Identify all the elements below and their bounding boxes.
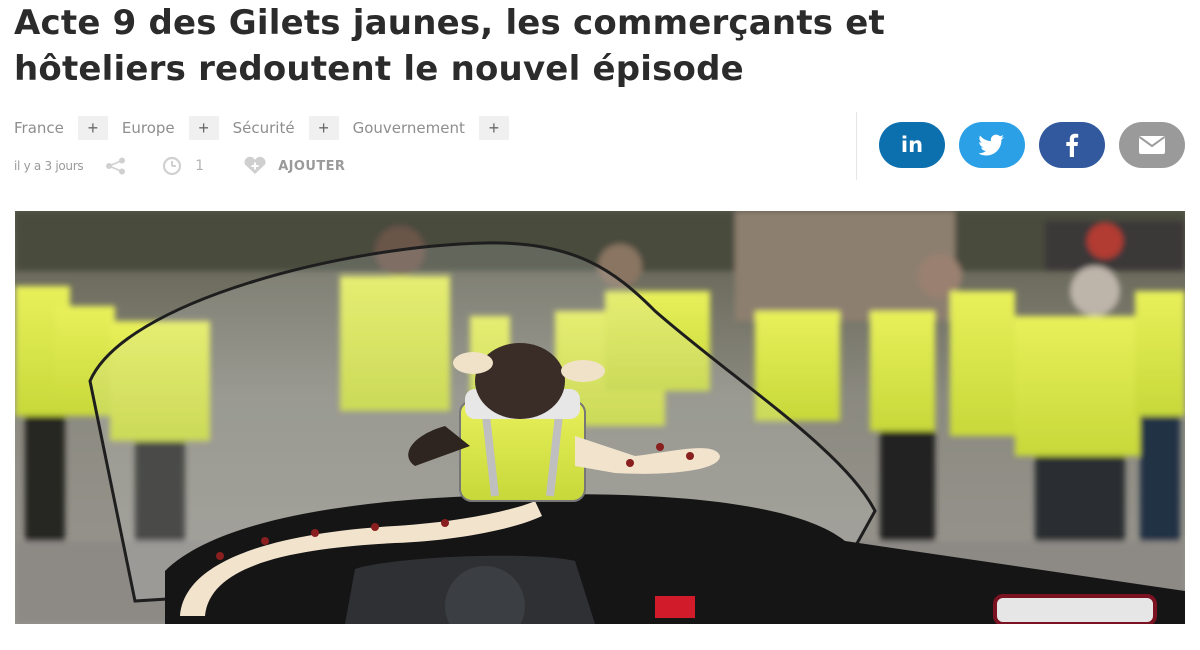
- add-favorite-button[interactable]: AJOUTER: [278, 159, 345, 174]
- tag-follow-button[interactable]: +: [478, 116, 509, 140]
- twitter-icon: [979, 134, 1004, 156]
- facebook-icon: [1066, 133, 1079, 157]
- tag-gouvernement[interactable]: Gouvernement +: [353, 116, 509, 140]
- tag-list: France + Europe + Sécurité + Gouvernemen…: [14, 115, 523, 141]
- comment-clock-icon[interactable]: [161, 156, 185, 176]
- tag-label[interactable]: Europe: [122, 119, 175, 137]
- tag-follow-button[interactable]: +: [77, 116, 108, 140]
- linkedin-icon: in: [900, 133, 924, 157]
- tag-follow-button[interactable]: +: [188, 116, 219, 140]
- tag-label[interactable]: Gouvernement: [353, 119, 465, 137]
- share-email-button[interactable]: [1119, 122, 1185, 168]
- heart-plus-icon[interactable]: [242, 156, 268, 176]
- header-divider: [856, 112, 857, 180]
- share-twitter-button[interactable]: [959, 122, 1025, 168]
- tag-label[interactable]: Sécurité: [233, 119, 295, 137]
- article-title-line-1: Acte 9 des Gilets jaunes, les commerçant…: [14, 3, 885, 43]
- article-title: Acte 9 des Gilets jaunes, les commerçant…: [14, 0, 1074, 92]
- comment-count: 1: [195, 158, 205, 174]
- publish-date: il y a 3 jours: [14, 159, 84, 173]
- article-photo[interactable]: [15, 211, 1185, 624]
- article-title-line-2: hôteliers redoutent le nouvel épisode: [14, 49, 744, 89]
- article-meta: il y a 3 jours 1 AJOUTER: [14, 154, 345, 178]
- tag-france[interactable]: France +: [14, 116, 108, 140]
- photo-gilets-jaunes-icon: [15, 211, 1185, 624]
- tag-label[interactable]: France: [14, 119, 64, 137]
- tag-europe[interactable]: Europe +: [122, 116, 219, 140]
- share-facebook-button[interactable]: [1039, 122, 1105, 168]
- envelope-icon: [1138, 136, 1166, 154]
- share-linkedin-button[interactable]: in: [879, 122, 945, 168]
- tag-securite[interactable]: Sécurité +: [233, 116, 339, 140]
- tag-follow-button[interactable]: +: [308, 116, 339, 140]
- share-icon[interactable]: [105, 157, 127, 175]
